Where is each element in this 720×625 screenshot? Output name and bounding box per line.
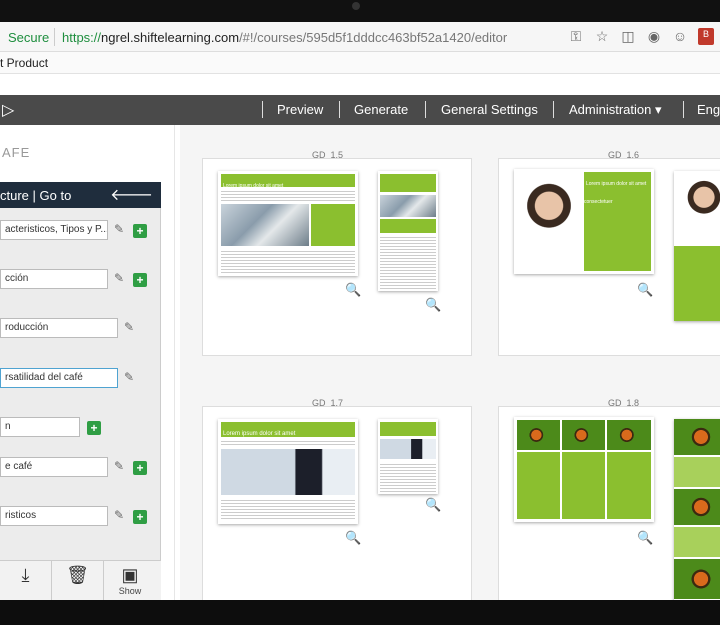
browser-toolbar-icons: ⚿ ☆ ◫ ◉ ☺ B — [568, 28, 714, 45]
template-preview-main: Lorem ipsum dolor sit amet — [218, 171, 358, 276]
back-arrow-icon[interactable]: 🡐 — [110, 184, 153, 205]
device-bezel-top — [0, 0, 720, 24]
section-field-active[interactable]: rsatilidad del café — [0, 368, 118, 388]
show-button[interactable]: ▣ Show — [104, 561, 156, 602]
template-preview-mobile — [378, 419, 438, 494]
delete-button[interactable]: 🗑 — [52, 561, 104, 602]
profile-icon[interactable]: ☺ — [672, 28, 688, 45]
template-preview-main — [514, 417, 654, 522]
extension-icon[interactable]: ◉ — [646, 28, 662, 45]
pencil-icon[interactable]: ✎ — [124, 370, 134, 384]
template-preview-main: Lorem ipsum dolor sit amet — [218, 419, 358, 524]
pencil-icon[interactable]: ✎ — [114, 459, 124, 473]
structure-panel-header: cture | Go to 🡐 — [0, 182, 161, 208]
browser-screen: Secure https://ngrel.shiftelearning.com/… — [0, 22, 720, 602]
panel-title[interactable]: cture | Go to — [0, 188, 71, 203]
nav-divider — [262, 101, 263, 118]
pencil-icon[interactable]: ✎ — [114, 222, 124, 236]
nav-generate[interactable]: Generate — [354, 102, 408, 117]
nav-administration[interactable]: Administration ▾ — [569, 102, 662, 118]
logo-arrow-icon[interactable]: ▷ — [2, 100, 14, 120]
nav-divider — [683, 101, 684, 118]
template-card-gd16[interactable]: Lorem ipsum dolor sit amet consectetuer … — [498, 158, 720, 356]
template-card-gd17[interactable]: Lorem ipsum dolor sit amet 🔍 🔍 — [202, 406, 472, 602]
app-navbar: ▷ Preview Generate General Settings Admi… — [0, 95, 720, 125]
structure-panel: cture | Go to 🡐 acteristicos, Tipos y P.… — [0, 182, 161, 602]
section-field[interactable]: e café — [0, 457, 108, 477]
nav-general-settings[interactable]: General Settings — [441, 102, 538, 117]
template-preview-main: Lorem ipsum dolor sit amet consectetuer — [514, 169, 654, 274]
download-button[interactable]: ⤓ — [0, 561, 52, 602]
bookmarks-bar: t Product — [0, 52, 720, 74]
nav-divider — [339, 101, 340, 118]
template-preview-mobile — [378, 171, 438, 291]
template-card-gd18[interactable]: 🔍 — [498, 406, 720, 602]
camera-icon — [352, 2, 360, 10]
key-icon[interactable]: ⚿ — [568, 28, 584, 45]
zoom-icon[interactable]: 🔍 — [345, 530, 361, 546]
address-divider — [54, 28, 55, 46]
section-field[interactable]: acteristicos, Tipos y P... — [0, 220, 108, 240]
star-icon[interactable]: ☆ — [594, 28, 610, 45]
nav-divider — [425, 101, 426, 118]
section-field[interactable]: cción — [0, 269, 108, 289]
section-field[interactable]: roducción — [0, 318, 118, 338]
nav-divider — [553, 101, 554, 118]
url-text[interactable]: https://ngrel.shiftelearning.com/#!/cour… — [62, 30, 507, 45]
panel-toolbar: ⤓ 🗑 ▣ Show — [0, 560, 161, 602]
add-button[interactable]: + — [133, 224, 147, 238]
pencil-icon[interactable]: ✎ — [114, 271, 124, 285]
secure-label: Secure — [8, 30, 50, 45]
course-title: AFE — [2, 145, 31, 160]
left-column: AFE cture | Go to 🡐 acteristicos, Tipos … — [0, 125, 175, 602]
add-button[interactable]: + — [133, 273, 147, 287]
template-preview-mobile — [674, 171, 720, 321]
preview-icon: ▣ — [121, 565, 139, 585]
trash-icon: 🗑 — [66, 565, 89, 585]
zoom-icon[interactable]: 🔍 — [425, 297, 441, 313]
device-bezel-bottom — [0, 600, 720, 625]
pocket-icon[interactable]: ◫ — [620, 28, 636, 45]
zoom-icon[interactable]: 🔍 — [637, 530, 653, 546]
pencil-icon[interactable]: ✎ — [114, 508, 124, 522]
zoom-icon[interactable]: 🔍 — [637, 282, 653, 298]
add-button[interactable]: + — [133, 461, 147, 475]
add-button[interactable]: + — [87, 421, 101, 435]
template-card-gd15[interactable]: Lorem ipsum dolor sit amet 🔍 🔍 — [202, 158, 472, 356]
badge-icon[interactable]: B — [698, 28, 714, 45]
download-icon: ⤓ — [21, 565, 30, 585]
address-bar[interactable]: Secure https://ngrel.shiftelearning.com/… — [0, 22, 720, 52]
nav-preview[interactable]: Preview — [277, 102, 323, 117]
zoom-icon[interactable]: 🔍 — [425, 497, 441, 513]
bookmark-item[interactable]: t Product — [0, 56, 48, 70]
pencil-icon[interactable]: ✎ — [124, 320, 134, 334]
template-gallery: GD_1.5 Lorem ipsum dolor sit amet 🔍 🔍 GD… — [180, 125, 720, 602]
nav-language[interactable]: Eng — [697, 102, 720, 117]
section-field[interactable]: risticos — [0, 506, 108, 526]
add-button[interactable]: + — [133, 510, 147, 524]
zoom-icon[interactable]: 🔍 — [345, 282, 361, 298]
template-preview-mobile — [674, 419, 720, 602]
section-field[interactable]: n — [0, 417, 80, 437]
